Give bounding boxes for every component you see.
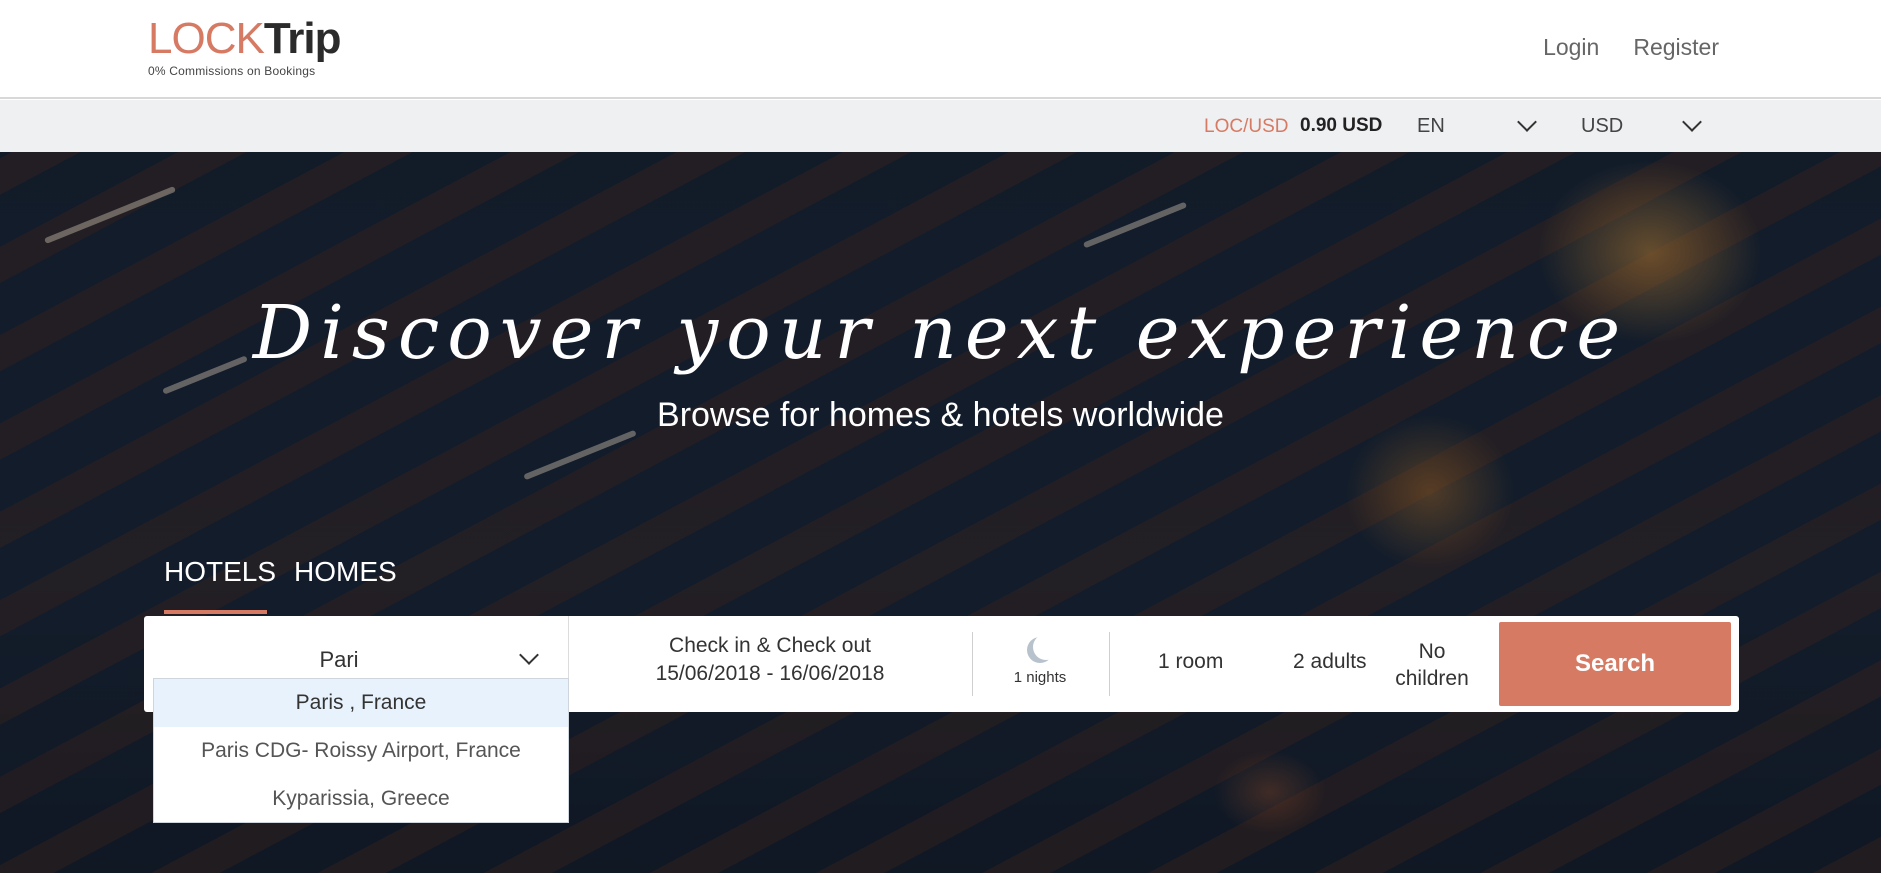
logo-tagline: 0% Commissions on Bookings	[148, 64, 316, 78]
currency-select[interactable]: USD	[1581, 106, 1705, 146]
divider	[1109, 632, 1110, 696]
date-range-picker[interactable]: Check in & Check out 15/06/2018 - 16/06/…	[570, 616, 970, 712]
login-link[interactable]: Login	[1543, 34, 1599, 61]
hero-subtitle: Browse for homes & hotels worldwide	[657, 396, 1224, 434]
suggestion-item[interactable]: Kyparissia, Greece	[154, 775, 568, 823]
site-header: LOCKTrip 0% Commissions on Bookings Logi…	[0, 0, 1881, 99]
loc-usd-rate: 0.90 USD	[1300, 115, 1383, 136]
moon-icon	[1033, 634, 1059, 660]
children-selector[interactable]: No children	[1388, 638, 1476, 692]
children-label-line2: children	[1395, 667, 1469, 690]
dates-label: Check in & Check out	[669, 634, 871, 657]
language-value: EN	[1417, 114, 1445, 137]
nights-count: 1 nights	[1013, 669, 1067, 686]
rooms-selector[interactable]: 1 room	[1158, 650, 1223, 674]
tab-hotels[interactable]: HOTELS	[164, 556, 276, 588]
tab-homes[interactable]: HOMES	[294, 556, 397, 588]
currency-value: USD	[1581, 114, 1624, 137]
locktrip-logo[interactable]: LOCKTrip 0% Commissions on Bookings	[148, 14, 342, 78]
chevron-down-icon[interactable]	[519, 645, 539, 665]
register-link[interactable]: Register	[1633, 34, 1719, 61]
nights-indicator: 1 nights	[972, 616, 1108, 712]
active-tab-indicator	[164, 610, 267, 614]
suggestion-item[interactable]: Paris CDG- Roissy Airport, France	[154, 727, 568, 775]
hero-title: Discover your next experience	[252, 290, 1629, 376]
chevron-down-icon	[1517, 112, 1537, 132]
language-select[interactable]: EN	[1417, 106, 1540, 146]
logo-wordmark: LOCKTrip	[148, 14, 342, 64]
suggestion-item[interactable]: Paris , France	[154, 679, 568, 727]
auth-nav: Login Register	[1543, 34, 1719, 61]
dates-value: 15/06/2018 - 16/06/2018	[655, 662, 885, 685]
logo-lock-text: LOCK	[148, 14, 265, 63]
chevron-down-icon	[1682, 112, 1702, 132]
adults-selector[interactable]: 2 adults	[1293, 650, 1367, 674]
search-button[interactable]: Search	[1499, 622, 1731, 706]
loc-usd-label: LOC/USD	[1204, 116, 1289, 137]
destination-input[interactable]	[174, 638, 504, 682]
destination-suggestions: Paris , France Paris CDG- Roissy Airport…	[153, 678, 569, 823]
logo-trip-text: Trip	[263, 14, 342, 63]
children-label-line1: No	[1418, 640, 1446, 663]
